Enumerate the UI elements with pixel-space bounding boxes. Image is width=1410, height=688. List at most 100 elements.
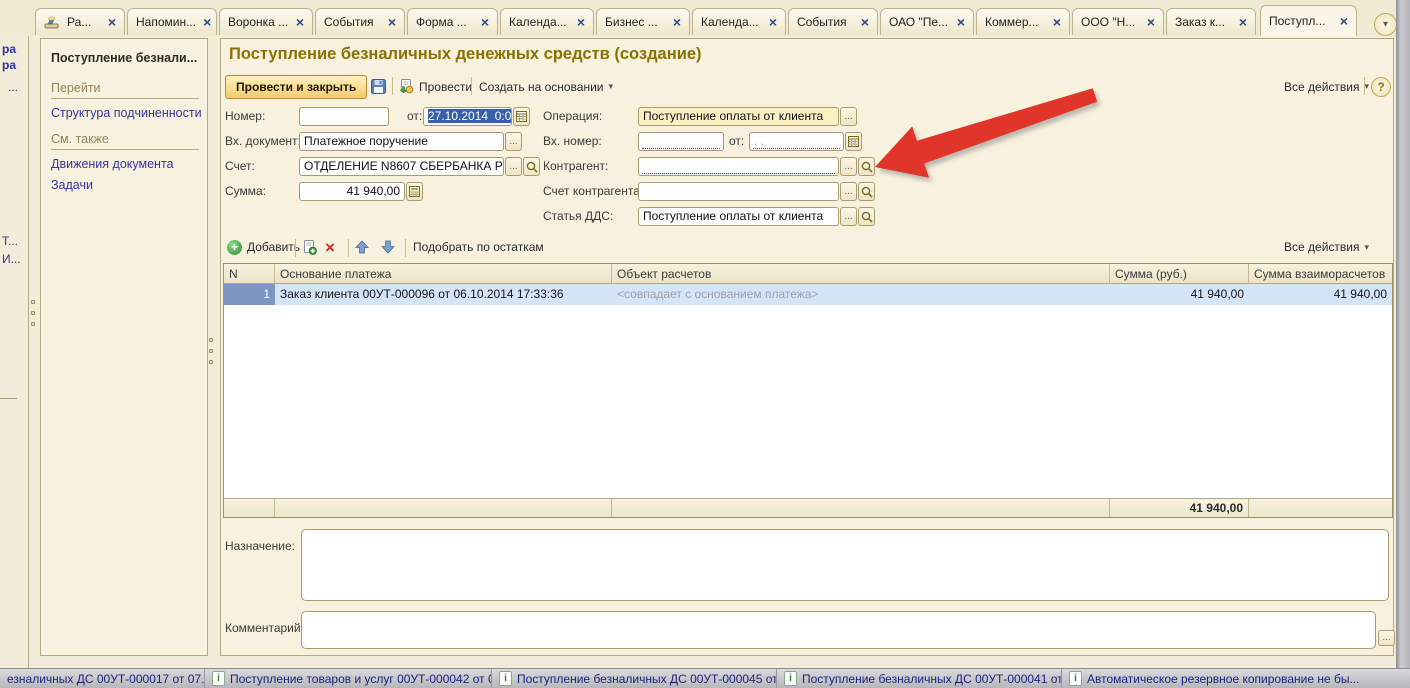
post-and-close-button[interactable]: Провести и закрыть (225, 75, 367, 99)
create-on-basis-button[interactable]: Создать на основании ▾ (479, 77, 613, 96)
tab-calendar-2[interactable]: Календа... × (692, 8, 786, 35)
tab-close-icon[interactable]: × (1239, 15, 1247, 29)
pick-by-balances-button[interactable]: Подобрать по остаткам (413, 237, 544, 257)
counterparty-account-select-button[interactable]: ... (840, 182, 857, 201)
counterparty-field[interactable] (638, 157, 839, 176)
tab-funnel[interactable]: Воронка ... × (219, 8, 313, 35)
copy-row-button[interactable] (302, 237, 317, 257)
sidebar-item-subordination[interactable]: Структура подчиненности (51, 106, 199, 120)
tab-order[interactable]: Заказ к... × (1166, 8, 1256, 35)
dds-select-button[interactable]: ... (840, 207, 857, 226)
tab-commercial[interactable]: Коммер... × (976, 8, 1070, 35)
tab-close-icon[interactable]: × (673, 15, 681, 29)
date-field[interactable]: 27.10.2014 0:00:00 (423, 107, 512, 126)
splitter-grip-sidebar[interactable] (209, 338, 213, 364)
dds-item-field[interactable]: Поступление оплаты от клиента (638, 207, 839, 226)
number-field[interactable] (299, 107, 389, 126)
help-button[interactable]: ? (1371, 77, 1391, 97)
tab-close-icon[interactable]: × (388, 15, 396, 29)
tab-close-icon[interactable]: × (769, 15, 777, 29)
counterparty-select-button[interactable]: ... (840, 157, 857, 176)
move-down-button[interactable] (381, 237, 395, 257)
edge-link-fragment[interactable]: ра (2, 58, 16, 72)
incoming-date-field[interactable]: . . (749, 132, 844, 151)
edge-link-fragment[interactable]: ра (2, 42, 16, 56)
tab-close-icon[interactable]: × (577, 15, 585, 29)
ellipsis-icon: ... (1382, 633, 1390, 643)
items-table: N Основание платежа Объект расчетов Сумм… (223, 263, 1393, 518)
tab-ooo[interactable]: ООО "Н... × (1072, 8, 1164, 35)
tab-calendar-1[interactable]: Календа... × (500, 8, 594, 35)
tab-events-1[interactable]: События × (315, 8, 405, 35)
taskbar: езналичных ДС 00УТ-000017 от 07.1... i П… (0, 668, 1410, 688)
tab-business[interactable]: Бизнес ... × (596, 8, 690, 35)
tab-close-icon[interactable]: × (1053, 15, 1061, 29)
taskbar-item[interactable]: езналичных ДС 00УТ-000017 от 07.1... (0, 669, 205, 688)
purpose-textarea[interactable] (301, 529, 1389, 601)
column-header-sum[interactable]: Сумма (руб.) (1110, 264, 1249, 283)
counterparty-account-open-button[interactable] (858, 182, 875, 201)
save-button[interactable] (368, 77, 388, 96)
comment-field[interactable] (301, 611, 1376, 649)
sum-field[interactable]: 41 940,00 (299, 182, 405, 201)
tab-close-icon[interactable]: × (296, 15, 304, 29)
tab-close-icon[interactable]: × (108, 15, 116, 29)
incoming-date-calendar-button[interactable] (845, 132, 862, 151)
counterparty-account-field[interactable] (638, 182, 839, 201)
operation-select-button[interactable]: ... (840, 107, 857, 126)
calendar-button[interactable] (513, 107, 530, 126)
account-open-button[interactable] (523, 157, 540, 176)
tab-close-icon[interactable]: × (481, 15, 489, 29)
items-all-actions-button[interactable]: Все действия ▾ (1284, 237, 1369, 257)
column-header-object[interactable]: Объект расчетов (612, 264, 1110, 283)
delete-row-button[interactable]: × (325, 237, 335, 257)
tab-events-2[interactable]: События × (788, 8, 878, 35)
move-up-button[interactable] (355, 237, 369, 257)
calculator-button[interactable] (406, 182, 423, 201)
sidebar-item-doc-movements[interactable]: Движения документа (51, 157, 199, 171)
tab-close-icon[interactable]: × (1340, 14, 1348, 28)
incoming-doc-select-button[interactable]: ... (505, 132, 522, 151)
tab-close-icon[interactable]: × (203, 15, 211, 29)
tab-receipt-active[interactable]: Поступл... × (1260, 5, 1357, 36)
post-button[interactable]: Провести (399, 77, 472, 96)
taskbar-item[interactable]: i Поступление безналичных ДС 00УТ-000045… (492, 669, 777, 688)
column-header-mutual[interactable]: Сумма взаиморасчетов (1249, 264, 1392, 283)
tab-close-icon[interactable]: × (861, 15, 869, 29)
edge-link-fragment[interactable]: И... (2, 252, 21, 266)
tab-reminders[interactable]: Напомин... × (127, 8, 217, 35)
items-table-footer: 41 940,00 (224, 498, 1392, 517)
all-actions-button[interactable]: Все действия ▾ (1284, 77, 1369, 96)
tab-overflow-button[interactable]: ▾ (1374, 13, 1397, 36)
delete-icon: × (325, 239, 335, 256)
account-field[interactable]: ОТДЕЛЕНИЕ N8607 СБЕРБАНКА РОС (299, 157, 504, 176)
calendar-icon (516, 111, 527, 122)
tab-close-icon[interactable]: × (1147, 15, 1155, 29)
tab-oao[interactable]: ОАО "Пе... × (880, 8, 974, 35)
comment-expand-button[interactable]: ... (1378, 630, 1395, 646)
column-header-n[interactable]: N (224, 264, 275, 283)
sidebar-item-tasks[interactable]: Задачи (51, 178, 199, 192)
ellipsis-icon: ... (509, 137, 517, 147)
tab-label: Воронка ... (228, 15, 288, 29)
column-header-basis[interactable]: Основание платежа (275, 264, 612, 283)
account-select-button[interactable]: ... (505, 157, 522, 176)
splitter-grip-left[interactable] (31, 300, 35, 326)
counterparty-open-button[interactable] (858, 157, 875, 176)
incoming-number-field[interactable] (638, 132, 724, 151)
tab-desktop[interactable]: Ра... × (35, 8, 125, 35)
dds-open-button[interactable] (858, 207, 875, 226)
tab-label: Календа... (701, 15, 759, 29)
operation-field[interactable]: Поступление оплаты от клиента (638, 107, 839, 126)
edge-link-fragment[interactable]: Т... (2, 234, 18, 248)
incoming-doc-field[interactable]: Платежное поручение (299, 132, 504, 151)
tab-close-icon[interactable]: × (957, 15, 965, 29)
taskbar-item[interactable]: i Поступление товаров и услуг 00УТ-00004… (205, 669, 492, 688)
add-row-button[interactable]: + Добавить (227, 237, 300, 257)
edge-link-fragment[interactable]: ... (8, 80, 18, 94)
taskbar-item[interactable]: i Поступление безналичных ДС 00УТ-000041… (777, 669, 1062, 688)
table-row[interactable]: 1 Заказ клиента 00УТ-000096 от 06.10.201… (224, 284, 1392, 305)
taskbar-item[interactable]: i Автоматическое резервное копирование н… (1062, 669, 1410, 688)
tab-form[interactable]: Форма ... × (407, 8, 498, 35)
tab-label: Бизнес ... (605, 15, 658, 29)
